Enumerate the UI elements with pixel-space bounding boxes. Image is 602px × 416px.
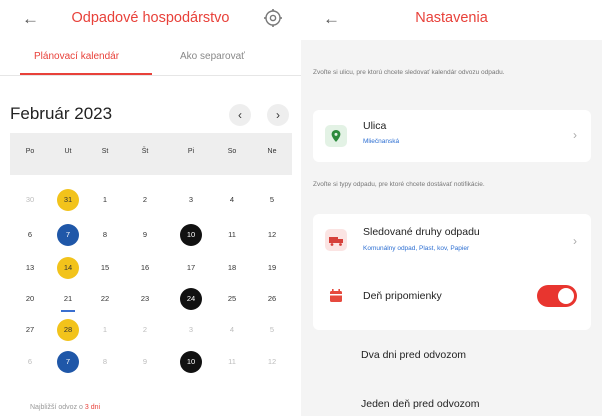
next-pickup-days: 3 dni (84, 404, 101, 411)
weekday-label: Po (25, 148, 35, 155)
calendar-day[interactable]: 7 (57, 351, 79, 373)
calendar-day[interactable]: 19 (261, 257, 283, 279)
waste-settings-card: Sledované druhy odpadu Komunálny odpad, … (313, 214, 591, 330)
weekday-label: Ne (267, 148, 277, 155)
waste-calendar-screen: ← Odpadové hospodárstvo Plánovací kalend… (0, 0, 301, 416)
calendar-day[interactable]: 13 (19, 257, 41, 279)
weekday-label: Pi (187, 148, 195, 155)
settings-title: Nastavenia (415, 10, 488, 26)
tab-bar: Plánovací kalendár Ako separovať (0, 40, 301, 78)
calendar-day[interactable]: 15 (94, 257, 116, 279)
calendar-day[interactable]: 10 (180, 224, 202, 246)
waste-types-label[interactable]: Sledované druhy odpadu (363, 226, 480, 238)
tab-planning-calendar[interactable]: Plánovací kalendár (34, 51, 119, 62)
reminder-option-two-days[interactable]: Dva dni pred odvozom (361, 349, 466, 361)
today-indicator (61, 310, 75, 312)
calendar-day[interactable]: 16 (134, 257, 156, 279)
calendar-day[interactable]: 3 (180, 319, 202, 341)
street-setting[interactable]: Ulica Mlieč­nanská › (313, 110, 591, 162)
calendar-day[interactable]: 18 (221, 257, 243, 279)
calendar-day[interactable]: 23 (134, 288, 156, 310)
calendar-day[interactable]: 4 (221, 189, 243, 211)
calendar-day[interactable]: 7 (57, 224, 79, 246)
calendar-day[interactable]: 31 (57, 189, 79, 211)
calendar-grid: 30 31 1 2 3 4 5 6 7 8 9 10 11 12 13 14 15 16 17 18 19 20 21 22 2… (10, 175, 292, 416)
tab-divider (0, 75, 301, 76)
app-header: ← Odpadové hospodárstvo (0, 0, 301, 40)
reminder-toggle[interactable] (537, 285, 577, 307)
weekday-label: Ut (64, 148, 72, 155)
calendar-day[interactable]: 11 (221, 224, 243, 246)
chevron-right-icon[interactable]: › (573, 234, 577, 248)
weekday-header: Po Ut St Št Pi So Ne (10, 133, 292, 175)
truck-icon (325, 229, 347, 251)
calendar-day[interactable]: 11 (221, 351, 243, 373)
next-pickup-info: Najbližší odvoz o 3 dni (30, 404, 100, 411)
calendar-day[interactable]: 6 (19, 351, 41, 373)
reminder-day-label: Deň pripomienky (363, 290, 442, 302)
calendar-day[interactable]: 17 (180, 257, 202, 279)
calendar-day[interactable]: 8 (94, 351, 116, 373)
calendar-day[interactable]: 30 (19, 189, 41, 211)
calendar-day[interactable]: 2 (134, 319, 156, 341)
calendar-day[interactable]: 9 (134, 224, 156, 246)
waste-types-hint: Zvoľte si typy odpadu, pre ktoré chcete … (313, 181, 485, 188)
calendar-day[interactable]: 27 (19, 319, 41, 341)
calendar-day[interactable]: 1 (94, 189, 116, 211)
weekday-label: So (227, 148, 237, 155)
calendar-day[interactable]: 9 (134, 351, 156, 373)
calendar-day[interactable]: 28 (57, 319, 79, 341)
calendar-day[interactable]: 22 (94, 288, 116, 310)
calendar-day[interactable]: 20 (19, 288, 41, 310)
next-pickup-text: Najbližší odvoz o (30, 404, 83, 411)
calendar-day[interactable]: 14 (57, 257, 79, 279)
weekday-label: Št (141, 148, 149, 155)
calendar-day[interactable]: 5 (261, 319, 283, 341)
calendar-day[interactable]: 26 (261, 288, 283, 310)
calendar-day[interactable]: 12 (261, 224, 283, 246)
chevron-right-icon: › (573, 128, 577, 142)
street-label: Ulica (363, 120, 387, 132)
calendar-day[interactable]: 5 (261, 189, 283, 211)
map-pin-icon (325, 125, 347, 147)
calendar-icon (325, 285, 347, 307)
tab-how-to-separate[interactable]: Ako separovať (180, 51, 245, 62)
gear-icon[interactable] (263, 8, 283, 28)
calendar-day[interactable]: 8 (94, 224, 116, 246)
calendar-day[interactable]: 4 (221, 319, 243, 341)
calendar-day[interactable]: 3 (180, 189, 202, 211)
calendar-day[interactable]: 6 (19, 224, 41, 246)
weekday-label: St (101, 148, 109, 155)
page-title: Odpadové hospodárstvo (71, 10, 230, 26)
calendar-day[interactable]: 2 (134, 189, 156, 211)
calendar-day[interactable]: 1 (94, 319, 116, 341)
reminder-option-one-day[interactable]: Jeden deň pred odvozom (361, 398, 480, 410)
previous-month-button[interactable]: ‹ (229, 104, 251, 126)
toggle-knob (558, 288, 574, 304)
active-tab-indicator (20, 73, 152, 75)
next-month-button[interactable]: › (267, 104, 289, 126)
settings-header: ← Nastavenia (301, 0, 602, 40)
calendar-day[interactable]: 24 (180, 288, 202, 310)
street-hint: Zvoľte si ulicu, pre ktorú chcete sledov… (313, 69, 505, 76)
settings-screen: ← Nastavenia Zvoľte si ulicu, pre ktorú … (301, 0, 602, 416)
calendar-day[interactable]: 21 (57, 288, 79, 310)
street-value: Mlieč­nanská (363, 138, 400, 145)
calendar-day[interactable]: 10 (180, 351, 202, 373)
calendar-day[interactable]: 12 (261, 351, 283, 373)
month-title: Február 2023 (10, 104, 113, 123)
calendar-day[interactable]: 25 (221, 288, 243, 310)
waste-types-value: Komunálny odpad, Plast, kov, Papier (363, 245, 470, 252)
